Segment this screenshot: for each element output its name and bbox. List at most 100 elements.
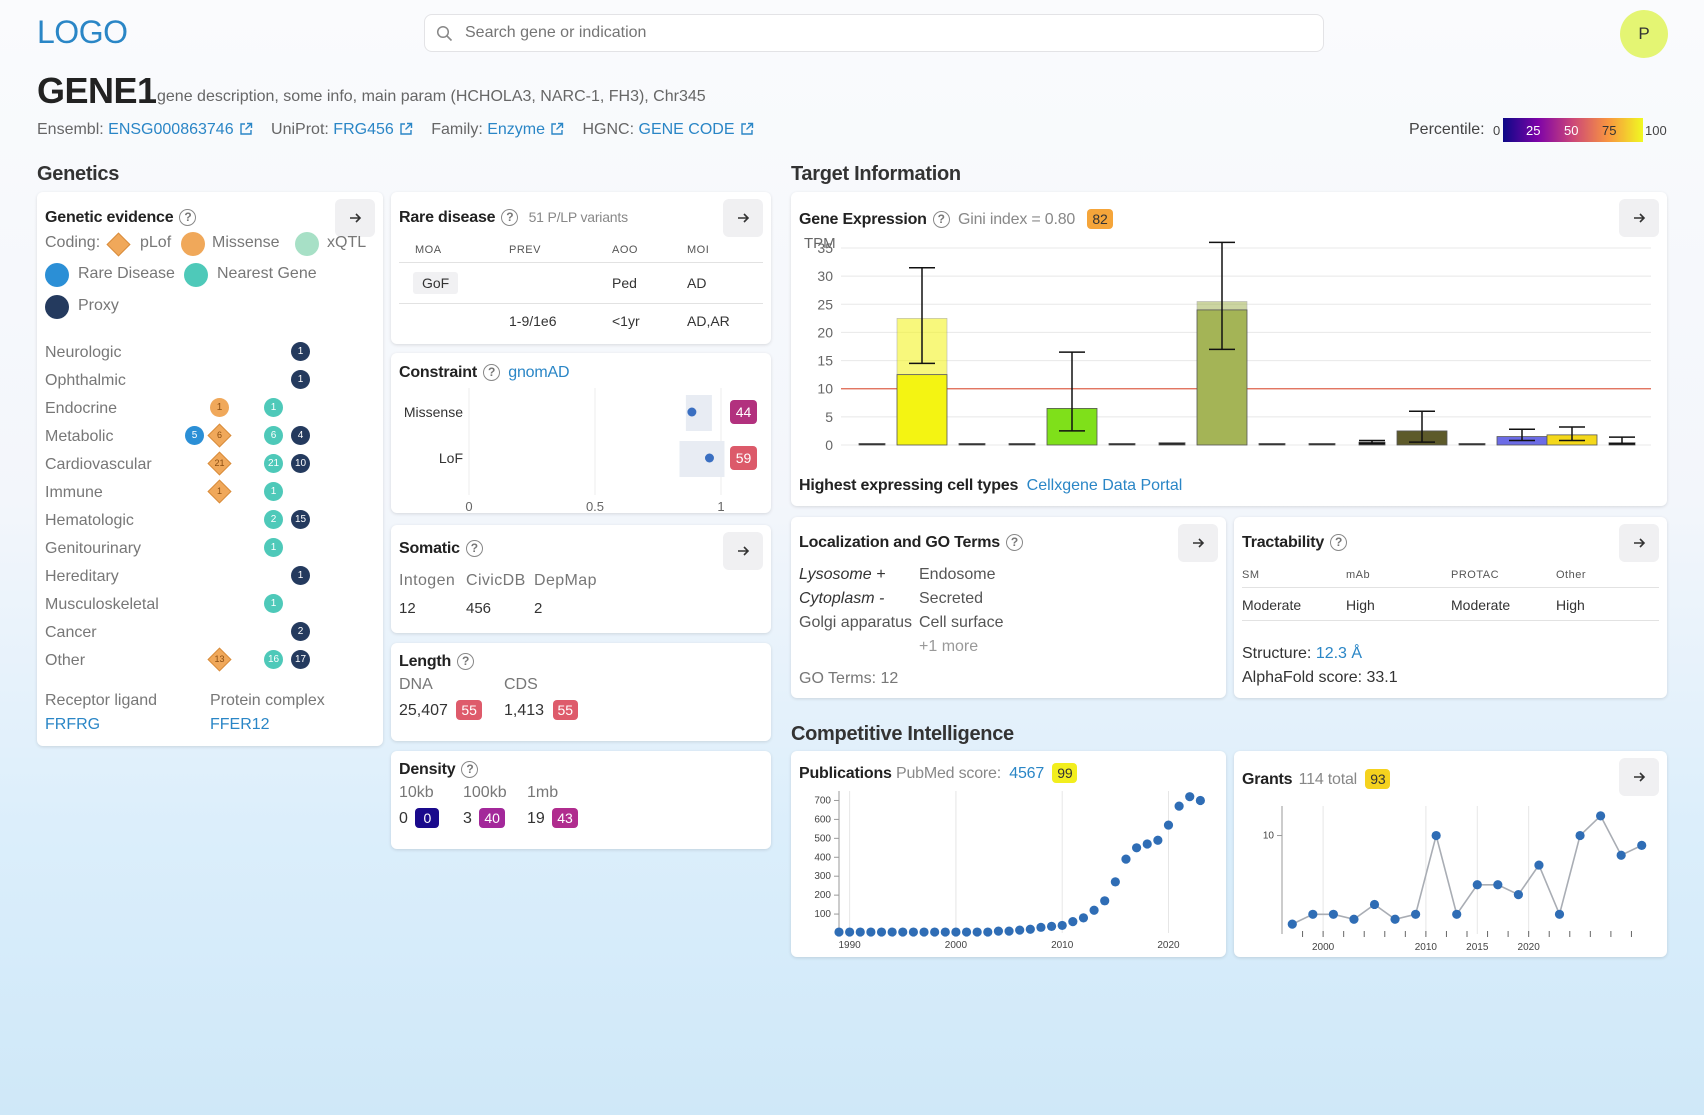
localization-open-button[interactable] xyxy=(1178,524,1218,562)
evidence-row-label[interactable]: Ophthalmic xyxy=(45,372,126,390)
proxy-dot[interactable]: 4 xyxy=(291,426,310,445)
somatic-intogen-value: 12 xyxy=(399,600,416,617)
help-icon[interactable]: ? xyxy=(465,540,483,557)
receptor-ligand-link[interactable]: FRFRG xyxy=(45,716,100,734)
x-tick-label: 2015 xyxy=(1466,942,1489,953)
gene-expression-title: Gene Expression xyxy=(799,211,927,228)
nearest-dot[interactable]: 21 xyxy=(264,454,283,473)
nearest-dot[interactable]: 1 xyxy=(264,482,283,501)
proxy-dot[interactable]: 2 xyxy=(291,622,310,641)
logo[interactable]: LOGO xyxy=(37,14,128,51)
help-icon[interactable]: ? xyxy=(483,364,501,381)
coding-label: Coding: xyxy=(45,234,101,251)
cellxgene-link[interactable]: Cellxgene Data Portal xyxy=(1027,477,1183,494)
proxy-dot[interactable]: 1 xyxy=(291,566,310,585)
nearest-dot[interactable]: 1 xyxy=(264,538,283,557)
evidence-row-label[interactable]: Hematologic xyxy=(45,512,134,530)
y-tick-label: 10 xyxy=(817,381,833,397)
grant-point xyxy=(1349,914,1359,924)
family-link[interactable]: Enzyme xyxy=(487,121,545,138)
nearest-dot[interactable]: 1 xyxy=(264,398,283,417)
uniprot-link[interactable]: FRG456 xyxy=(333,121,393,138)
somatic-card: Somatic? Intogen CivicDB DepMap 12 456 2 xyxy=(391,525,771,633)
plof-diamond[interactable]: 6 xyxy=(207,423,232,448)
evidence-row-label[interactable]: Musculoskeletal xyxy=(45,596,159,614)
grants-open-button[interactable] xyxy=(1619,758,1659,796)
plof-diamond[interactable]: 1 xyxy=(207,479,232,504)
proxy-dot[interactable]: 17 xyxy=(291,650,310,669)
evidence-row-label[interactable]: Cardiovascular xyxy=(45,456,152,474)
nearest-dot[interactable]: 1 xyxy=(264,594,283,613)
help-icon[interactable]: ? xyxy=(1330,534,1348,551)
tractability-open-button[interactable] xyxy=(1619,524,1659,562)
density-100kb-row: 3 40 xyxy=(463,808,505,828)
missense-dot[interactable]: 1 xyxy=(210,398,229,417)
genetic-evidence-open-button[interactable] xyxy=(335,199,375,237)
y-tick-label: 25 xyxy=(817,296,833,312)
grants-line xyxy=(1291,814,1643,925)
evidence-row-label[interactable]: Other xyxy=(45,652,85,670)
help-icon[interactable]: ? xyxy=(932,211,950,228)
publication-point xyxy=(1004,926,1014,936)
th-mab: mAb xyxy=(1346,569,1371,581)
tractability-title: Tractability xyxy=(1242,534,1325,551)
section-target-information: Target Information xyxy=(791,163,961,185)
section-genetics: Genetics xyxy=(37,163,120,185)
y-tick-label: 300 xyxy=(814,871,831,882)
avatar[interactable]: P xyxy=(1620,10,1668,58)
publication-point xyxy=(930,927,940,937)
constraint-axis-tick: 0 xyxy=(465,499,472,513)
proxy-dot[interactable]: 1 xyxy=(291,342,310,361)
help-icon[interactable]: ? xyxy=(501,209,519,226)
protein-complex-link[interactable]: FFER12 xyxy=(210,716,270,734)
evidence-row-label[interactable]: Genitourinary xyxy=(45,540,141,558)
y-tick-label: 0 xyxy=(825,437,833,453)
rare-disease-open-button[interactable] xyxy=(723,199,763,237)
evidence-row-label[interactable]: Endocrine xyxy=(45,400,117,418)
external-link-icon[interactable] xyxy=(550,122,564,136)
gnomad-link[interactable]: gnomAD xyxy=(508,364,569,381)
evidence-row-label[interactable]: Hereditary xyxy=(45,568,119,586)
proxy-dot[interactable]: 1 xyxy=(291,370,310,389)
external-link-icon[interactable] xyxy=(239,122,253,136)
publications-title: Publications xyxy=(799,765,892,782)
help-icon[interactable]: ? xyxy=(179,209,197,226)
nearest-dot[interactable]: 6 xyxy=(264,426,283,445)
ensembl-link[interactable]: ENSG000863746 xyxy=(108,121,233,138)
hgnc-link[interactable]: GENE CODE xyxy=(639,121,735,138)
expression-bar xyxy=(1258,443,1286,446)
search-input[interactable] xyxy=(465,21,1305,45)
structure-link[interactable]: 12.3 Å xyxy=(1316,645,1362,662)
external-link-icon[interactable] xyxy=(740,122,754,136)
structure-row: Structure: 12.3 Å xyxy=(1242,645,1362,663)
nearest-dot[interactable]: 16 xyxy=(264,650,283,669)
plof-diamond[interactable]: 21 xyxy=(207,451,232,476)
search-bar[interactable] xyxy=(424,14,1324,52)
rare-dot[interactable]: 5 xyxy=(185,426,204,445)
help-icon[interactable]: ? xyxy=(457,653,475,670)
external-link-icon[interactable] xyxy=(399,122,413,136)
somatic-open-button[interactable] xyxy=(723,532,763,570)
help-icon[interactable]: ? xyxy=(461,761,479,778)
tract-protac-value: Moderate xyxy=(1451,597,1511,613)
th-moi: MOI xyxy=(687,244,710,256)
evidence-row-label[interactable]: Metabolic xyxy=(45,428,113,446)
help-icon[interactable]: ? xyxy=(1005,534,1023,551)
density-100kb-value: 3 xyxy=(463,810,472,827)
nearest-dot[interactable]: 2 xyxy=(264,510,283,529)
evidence-row-label[interactable]: Neurologic xyxy=(45,344,121,362)
grant-point xyxy=(1308,909,1318,919)
more-locations-link[interactable]: +1 more xyxy=(919,638,978,656)
rare-disease-title: Rare disease xyxy=(399,209,496,226)
location-cytoplasm: Cytoplasm - xyxy=(799,590,885,607)
pubmed-score-link[interactable]: 4567 xyxy=(1009,765,1044,782)
proxy-dot[interactable]: 15 xyxy=(291,510,310,529)
x-tick-label: 2010 xyxy=(1415,942,1438,953)
plof-diamond[interactable]: 13 xyxy=(207,647,232,672)
proxy-dot[interactable]: 10 xyxy=(291,454,310,473)
constraint-axis-tick: 0.5 xyxy=(586,499,604,513)
evidence-row-label[interactable]: Cancer xyxy=(45,624,97,642)
somatic-title: Somatic xyxy=(399,540,460,557)
gene-expression-open-button[interactable] xyxy=(1619,199,1659,237)
evidence-row-label[interactable]: Immune xyxy=(45,484,103,502)
